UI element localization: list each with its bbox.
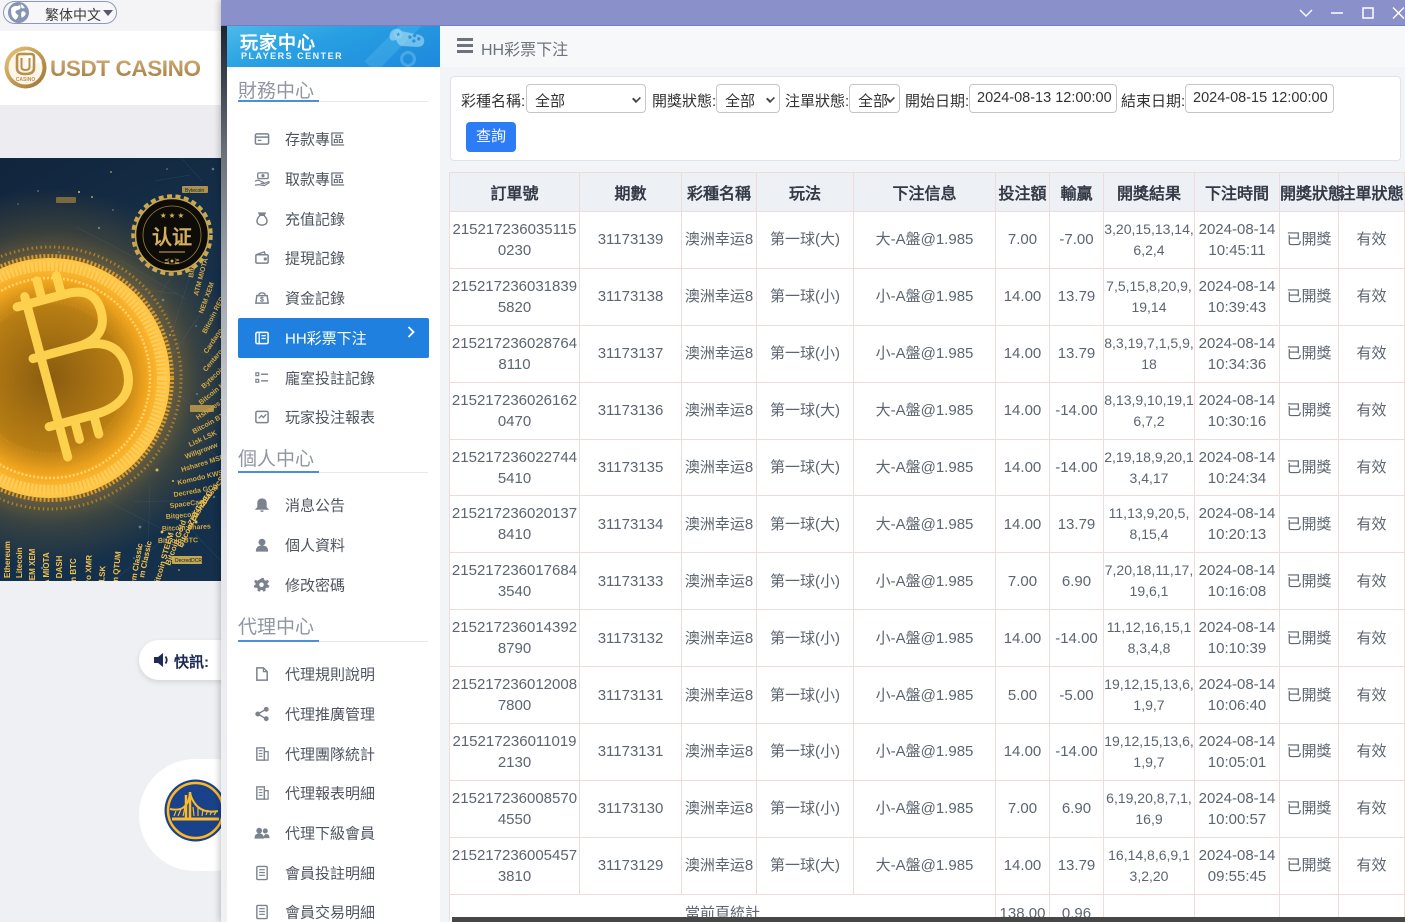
svg-text:认证: 认证 — [152, 226, 192, 249]
svg-text:★ ★ ★: ★ ★ ★ — [160, 211, 185, 220]
svg-text:Bitcoin BTC: Bitcoin BTC — [69, 558, 78, 581]
svg-text:Bitcoin BTC: Bitcoin BTC — [158, 537, 198, 545]
svg-text:Ethereum: Ethereum — [3, 541, 12, 578]
svg-text:CASINO: CASINO — [16, 77, 36, 83]
svg-text:Lisk LSK: Lisk LSK — [96, 565, 107, 581]
svg-text:Dash DASH: Dash DASH — [55, 555, 64, 581]
svg-text:Litecoin: Litecoin — [15, 547, 24, 578]
svg-text:Monero XMR: Monero XMR — [83, 555, 94, 581]
svg-text:≦●≧: ≦●≧ — [164, 258, 180, 265]
svg-text:Bytecoin: Bytecoin — [185, 188, 204, 194]
svg-text:IOTA MIOTA: IOTA MIOTA — [42, 552, 51, 581]
svg-text:NEM XEM: NEM XEM — [28, 548, 37, 581]
svg-text:$: $ — [260, 297, 264, 304]
svg-text:DecredDCR: DecredDCR — [175, 558, 202, 564]
